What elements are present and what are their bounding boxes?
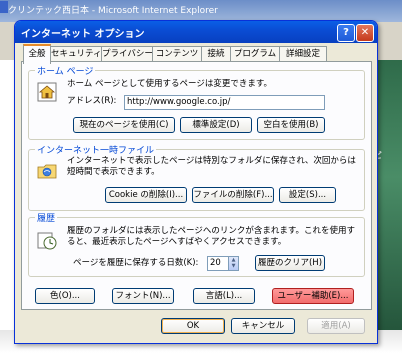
ie-window-title: クリンテック西日本 - Microsoft Internet Explorer [8, 6, 218, 16]
accessibility-button[interactable]: ユーザー補助(E)... [272, 288, 354, 304]
temp-description-line1: インターネットで表示したページは特別なフォルダに保存され、次回からは [67, 156, 356, 166]
history-days-spinner[interactable]: ▲ ▼ [228, 256, 239, 271]
history-group: 履歴 履歴のフォルダには表示したページへのリンクが含まれます。これを使用す ると… [28, 211, 365, 277]
history-days-input[interactable]: 20 [207, 256, 229, 271]
fonts-button[interactable]: フォント(N)... [112, 288, 174, 304]
cancel-button[interactable]: キャンセル [231, 318, 295, 334]
colors-button[interactable]: 色(O)... [35, 288, 95, 304]
ie-window-icon [0, 1, 8, 13]
tab-connections[interactable]: 接続 [201, 46, 231, 62]
languages-button[interactable]: 言語(L)... [193, 288, 255, 304]
home-page-group-label: ホーム ページ [35, 64, 96, 77]
tab-privacy[interactable]: プライバシー [101, 46, 153, 62]
use-blank-button[interactable]: 空白を使用(B) [257, 117, 325, 133]
history-days-label: ページを履歴に保存する日数(K): [73, 258, 199, 268]
use-default-button[interactable]: 標準設定(D) [180, 117, 252, 133]
history-group-label: 履歴 [35, 211, 58, 224]
tab-panel-general: ホーム ページ ホーム ページとして使用するページは変更できます。 アドレス(R… [21, 61, 372, 310]
temp-folder-icon [37, 164, 57, 179]
history-description-line1: 履歴のフォルダには表示したページへのリンクが含まれます。これを使用す [67, 226, 355, 236]
ok-button[interactable]: OK [161, 318, 225, 334]
clear-history-button[interactable]: 履歴のクリア(H) [255, 255, 325, 271]
internet-options-dialog: インターネット オプション ? ✕ 全般 セキュリティ プライバシー コンテンツ… [14, 20, 378, 344]
tab-programs[interactable]: プログラム [230, 46, 280, 62]
tab-security[interactable]: セキュリティ [50, 46, 102, 62]
home-icon [37, 82, 57, 102]
temp-files-group-label: インターネット一時ファイル [35, 143, 157, 156]
temp-settings-button[interactable]: 設定(S)... [279, 187, 336, 203]
help-button[interactable]: ? [337, 24, 355, 42]
delete-cookies-button[interactable]: Cookie の削除(I)... [105, 187, 187, 203]
temp-description-line2: 短時間で表示できます。 [67, 167, 160, 177]
history-icon [37, 232, 57, 250]
tab-general[interactable]: 全般 [23, 44, 51, 64]
home-page-description: ホーム ページとして使用するページは変更できます。 [67, 79, 273, 89]
home-address-input[interactable]: http://www.google.co.jp/ [124, 95, 325, 110]
address-label: アドレス(R): [67, 96, 117, 106]
history-description-line2: ると、最近表示したページへすばやくアクセスできます。 [67, 237, 287, 247]
close-button[interactable]: ✕ [356, 24, 374, 42]
apply-button[interactable]: 適用(A) [307, 318, 365, 334]
home-page-group: ホーム ページ ホーム ページとして使用するページは変更できます。 アドレス(R… [28, 64, 365, 140]
tab-advanced[interactable]: 詳細設定 [279, 46, 327, 62]
tab-content[interactable]: コンテンツ [152, 46, 202, 62]
temp-files-group: インターネット一時ファイル インターネットで表示したページは特別なフォルダに保存… [28, 143, 365, 211]
use-current-page-button[interactable]: 現在のページを使用(C) [73, 117, 175, 133]
dialog-titlebar[interactable]: インターネット オプション ? ✕ [15, 21, 377, 43]
spinner-down-icon[interactable]: ▼ [229, 263, 238, 269]
dialog-title: インターネット オプション [21, 29, 145, 40]
delete-files-button[interactable]: ファイルの削除(F)... [192, 187, 274, 203]
